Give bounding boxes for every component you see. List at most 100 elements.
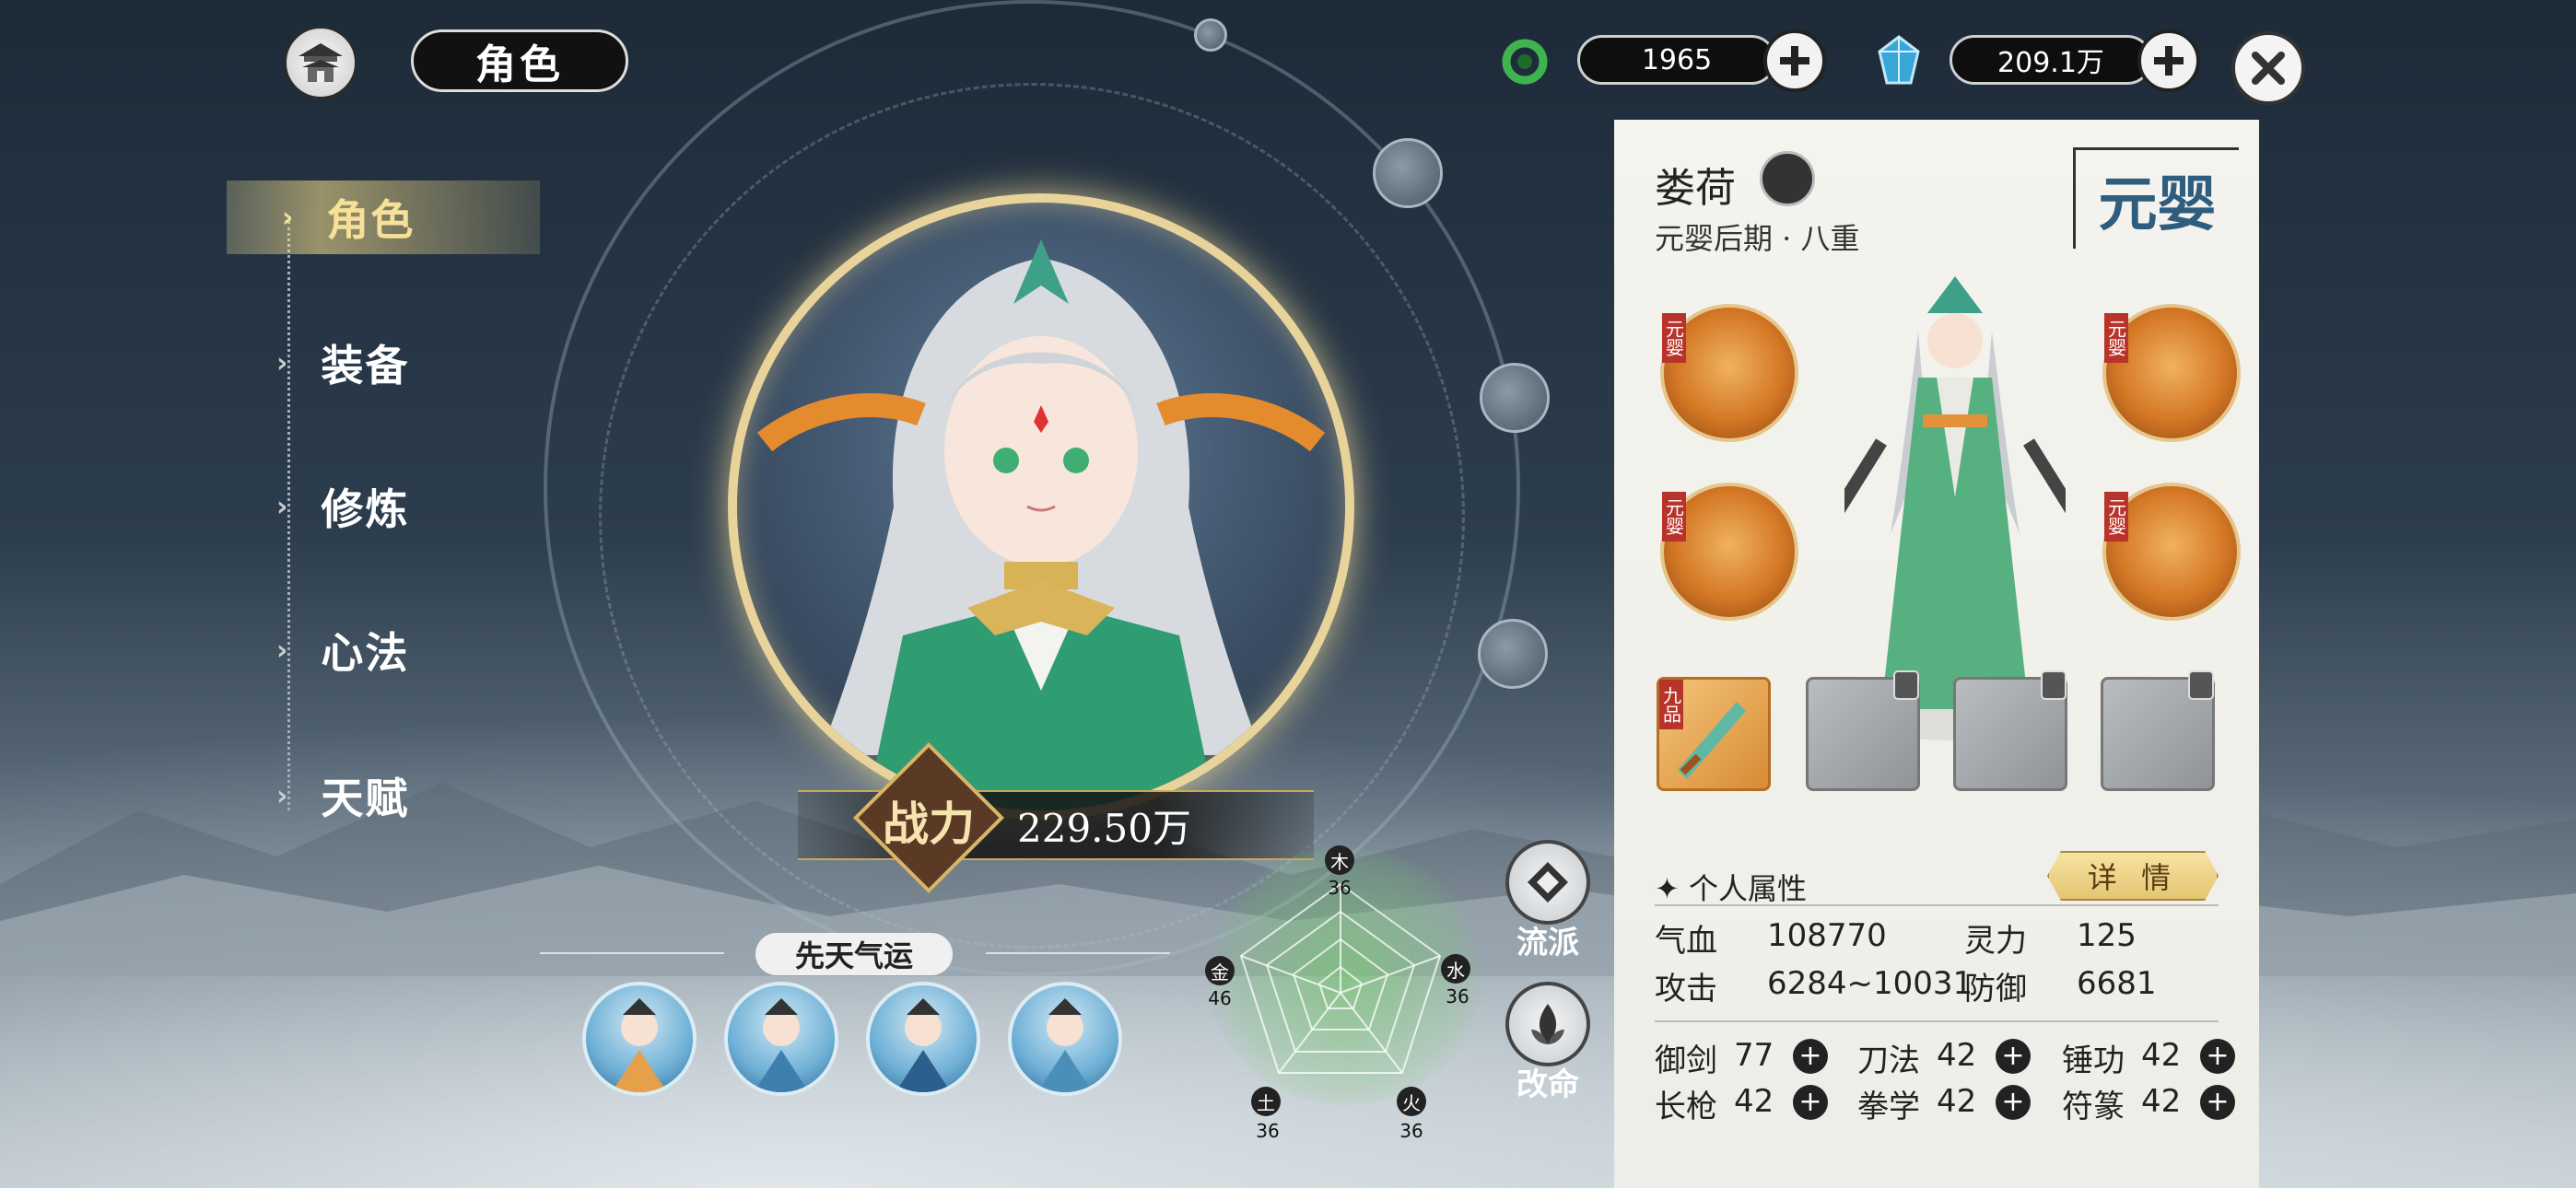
plus-icon bbox=[1780, 46, 1809, 76]
menu-item-label: 角色 bbox=[326, 195, 416, 245]
skill-value: 77 bbox=[1734, 1037, 1774, 1074]
skill-label: 长枪 bbox=[1655, 1089, 1717, 1125]
skill-value: 42 bbox=[1937, 1037, 1977, 1074]
fortune-avatar[interactable] bbox=[582, 982, 697, 1096]
skill-value: 42 bbox=[2141, 1083, 2182, 1120]
element-wood-badge: 木 bbox=[1325, 845, 1354, 875]
chevron-right-icon: › bbox=[276, 779, 290, 812]
realm-tag: 元婴 bbox=[1662, 313, 1686, 363]
innate-fortune-title: 先天气运 bbox=[755, 933, 953, 975]
realm-tag: 元婴 bbox=[1662, 492, 1686, 542]
menu-item-label: 天赋 bbox=[321, 774, 410, 823]
close-button[interactable] bbox=[2231, 31, 2305, 105]
divider bbox=[986, 952, 1170, 954]
fortune-character-art bbox=[1037, 998, 1093, 1092]
fortune-avatar[interactable] bbox=[1008, 982, 1122, 1096]
fortune-character-art bbox=[754, 998, 809, 1092]
skill-value: 42 bbox=[1937, 1083, 1977, 1120]
spirit-crystal-icon bbox=[1878, 35, 1920, 85]
skill-label: 拳学 bbox=[1857, 1089, 1920, 1125]
stat-value: 125 bbox=[2077, 917, 2137, 954]
moon-orb bbox=[1194, 18, 1227, 52]
skill-label: 符篆 bbox=[2062, 1089, 2125, 1125]
skill-label: 刀法 bbox=[1857, 1042, 1920, 1079]
rename-brush-icon[interactable] bbox=[1760, 151, 1815, 206]
school-label: 流派 bbox=[1516, 925, 1579, 961]
character-realm: 元婴后期 · 八重 bbox=[1655, 221, 1860, 256]
realm-seal: 元婴 bbox=[2073, 147, 2239, 249]
sparkle-icon: ✦ bbox=[1655, 871, 1680, 906]
weapon-slot[interactable]: 九品 bbox=[1657, 677, 1771, 791]
skill-upgrade-button[interactable]: + bbox=[1793, 1039, 1828, 1074]
attributes-title-text: 个人属性 bbox=[1688, 871, 1807, 906]
element-earth-badge: 土 bbox=[1251, 1087, 1281, 1116]
weapon-grade-tag: 九品 bbox=[1659, 680, 1683, 729]
character-name: 娄荷 bbox=[1655, 165, 1736, 212]
school-button[interactable] bbox=[1505, 840, 1590, 925]
jade-ring-icon bbox=[1502, 39, 1548, 85]
page-title: 角色 bbox=[411, 29, 628, 92]
skill-value: 42 bbox=[2141, 1037, 2182, 1074]
stat-label: 灵力 bbox=[1964, 923, 2027, 960]
character-info-panel: 娄荷 元婴后期 · 八重 元婴 元婴 元婴 元婴 元婴 九品 ✦ 个人属性 详 … bbox=[1614, 120, 2259, 1188]
character-portrait bbox=[728, 193, 1354, 820]
divider bbox=[1655, 904, 2219, 906]
details-button[interactable]: 详 情 bbox=[2047, 851, 2219, 901]
element-metal-value: 46 bbox=[1208, 987, 1232, 1009]
menu-item-talent[interactable]: › 天赋 bbox=[276, 759, 409, 833]
menu-item-label: 修炼 bbox=[321, 484, 410, 534]
change-fate-button[interactable] bbox=[1505, 982, 1590, 1066]
moon-orb bbox=[1480, 363, 1550, 433]
character-art bbox=[756, 239, 1326, 810]
skill-upgrade-button[interactable]: + bbox=[1996, 1039, 2031, 1074]
menu-item-equipment[interactable]: › 装备 bbox=[276, 326, 409, 400]
skill-upgrade-button[interactable]: + bbox=[2200, 1085, 2235, 1120]
element-earth-value: 36 bbox=[1256, 1120, 1280, 1142]
fortune-character-art bbox=[896, 998, 951, 1092]
fortune-avatar[interactable] bbox=[724, 982, 838, 1096]
menu-item-character[interactable]: › 角色 bbox=[227, 181, 540, 254]
chevron-right-icon: › bbox=[282, 201, 296, 234]
stat-label: 气血 bbox=[1655, 923, 1717, 960]
moon-orb bbox=[1373, 138, 1443, 208]
personal-attributes-title: ✦ 个人属性 bbox=[1655, 866, 1807, 908]
stat-value: 108770 bbox=[1767, 917, 1887, 954]
locked-slot[interactable] bbox=[2101, 670, 2215, 791]
divider bbox=[1655, 1020, 2219, 1022]
skill-upgrade-button[interactable]: + bbox=[2200, 1039, 2235, 1074]
add-jade-button[interactable] bbox=[1763, 29, 1826, 92]
home-button[interactable] bbox=[284, 26, 357, 99]
lotus-flame-icon bbox=[1531, 1004, 1564, 1044]
menu-item-label: 心法 bbox=[321, 628, 410, 678]
stat-value: 6681 bbox=[2077, 965, 2157, 1002]
fortune-avatar[interactable] bbox=[866, 982, 980, 1096]
chevron-right-icon: › bbox=[276, 634, 290, 667]
menu-item-label: 装备 bbox=[321, 341, 410, 390]
element-fire-badge: 火 bbox=[1397, 1087, 1426, 1116]
skill-value: 42 bbox=[1734, 1083, 1774, 1120]
skill-upgrade-button[interactable]: + bbox=[1793, 1085, 1828, 1120]
skill-label: 御剑 bbox=[1655, 1042, 1717, 1079]
menu-item-cultivation[interactable]: › 修炼 bbox=[276, 470, 409, 543]
change-fate-label: 改命 bbox=[1516, 1066, 1579, 1103]
element-fire-value: 36 bbox=[1399, 1120, 1423, 1142]
locked-slot[interactable] bbox=[1806, 670, 1920, 791]
menu-item-technique[interactable]: › 心法 bbox=[276, 613, 409, 687]
divider bbox=[540, 952, 724, 954]
school-emblem-icon bbox=[1528, 862, 1568, 903]
currency-crystal-value: 209.1万 bbox=[1950, 35, 2152, 85]
add-crystal-button[interactable] bbox=[2137, 29, 2200, 92]
lock-icon bbox=[2188, 670, 2214, 700]
fortune-character-art bbox=[612, 998, 667, 1092]
element-water-badge: 水 bbox=[1441, 954, 1470, 984]
skill-upgrade-button[interactable]: + bbox=[1996, 1085, 2031, 1120]
moon-orb bbox=[1478, 619, 1548, 689]
stat-label: 防御 bbox=[1964, 971, 2027, 1007]
chevron-right-icon: › bbox=[276, 490, 290, 523]
power-value: 229.50万 bbox=[1017, 806, 1191, 851]
power-label: 战力 bbox=[883, 797, 975, 851]
skill-label: 锤功 bbox=[2062, 1042, 2125, 1079]
locked-slot[interactable] bbox=[1953, 670, 2067, 791]
stat-value: 6284~10031 bbox=[1767, 965, 1973, 1002]
element-metal-badge: 金 bbox=[1205, 956, 1235, 985]
